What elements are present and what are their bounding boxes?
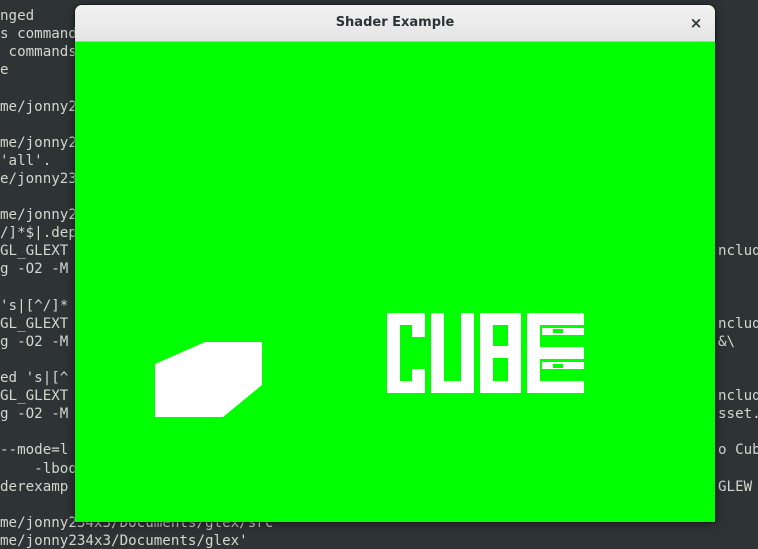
shader-example-window[interactable]: Shader Example × <box>75 5 715 522</box>
terminal-line-right: &\ <box>718 333 736 350</box>
terminal-line: e <box>0 62 9 79</box>
window-titlebar[interactable]: Shader Example × <box>75 5 715 42</box>
terminal-line: e/jonny23 <box>0 170 77 187</box>
terminal-line: /]*$|.dep <box>0 225 77 242</box>
terminal-line-right: sset. <box>718 406 758 423</box>
terminal-line: GL_GLEXT <box>0 315 69 332</box>
terminal-line: -lboo <box>0 460 77 477</box>
terminal-line-right: GLEW <box>718 478 753 495</box>
terminal-line: me/jonny2 <box>0 98 77 115</box>
terminal-line-right: nclud <box>718 243 758 260</box>
terminal-line: GL_GLEXT <box>0 388 69 405</box>
terminal-line: derexamp <box>0 478 69 495</box>
terminal-line: GL_GLEXT <box>0 243 69 260</box>
terminal-line: 's|[^/]* <box>0 297 69 314</box>
terminal-line: me/jonny234x3/Documents/glex' <box>0 532 248 549</box>
close-button[interactable]: × <box>685 12 707 34</box>
terminal-line: g -O2 -M <box>0 333 69 350</box>
cube-shape <box>155 342 262 417</box>
terminal-line: g -O2 -M <box>0 261 69 278</box>
terminal-line-right: nclud <box>718 315 758 332</box>
terminal-line: s command <box>0 26 77 43</box>
terminal-line: 'all'. <box>0 152 52 169</box>
gl-canvas[interactable] <box>75 42 715 522</box>
terminal-line-right: nclud <box>718 388 758 405</box>
terminal-line: --mode=l <box>0 442 69 459</box>
window-title: Shader Example <box>335 15 455 30</box>
terminal-line: me/jonny2 <box>0 207 77 224</box>
scene-svg <box>155 313 584 417</box>
terminal-line: me/jonny2 <box>0 134 77 151</box>
terminal-line: ed 's|[^ <box>0 370 69 386</box>
terminal-line: commands <box>0 44 77 61</box>
terminal-line-right: o Cub <box>718 442 758 459</box>
terminal-line: g -O2 -M <box>0 406 69 423</box>
terminal-line: nged <box>0 8 35 24</box>
cube-text <box>387 313 584 393</box>
